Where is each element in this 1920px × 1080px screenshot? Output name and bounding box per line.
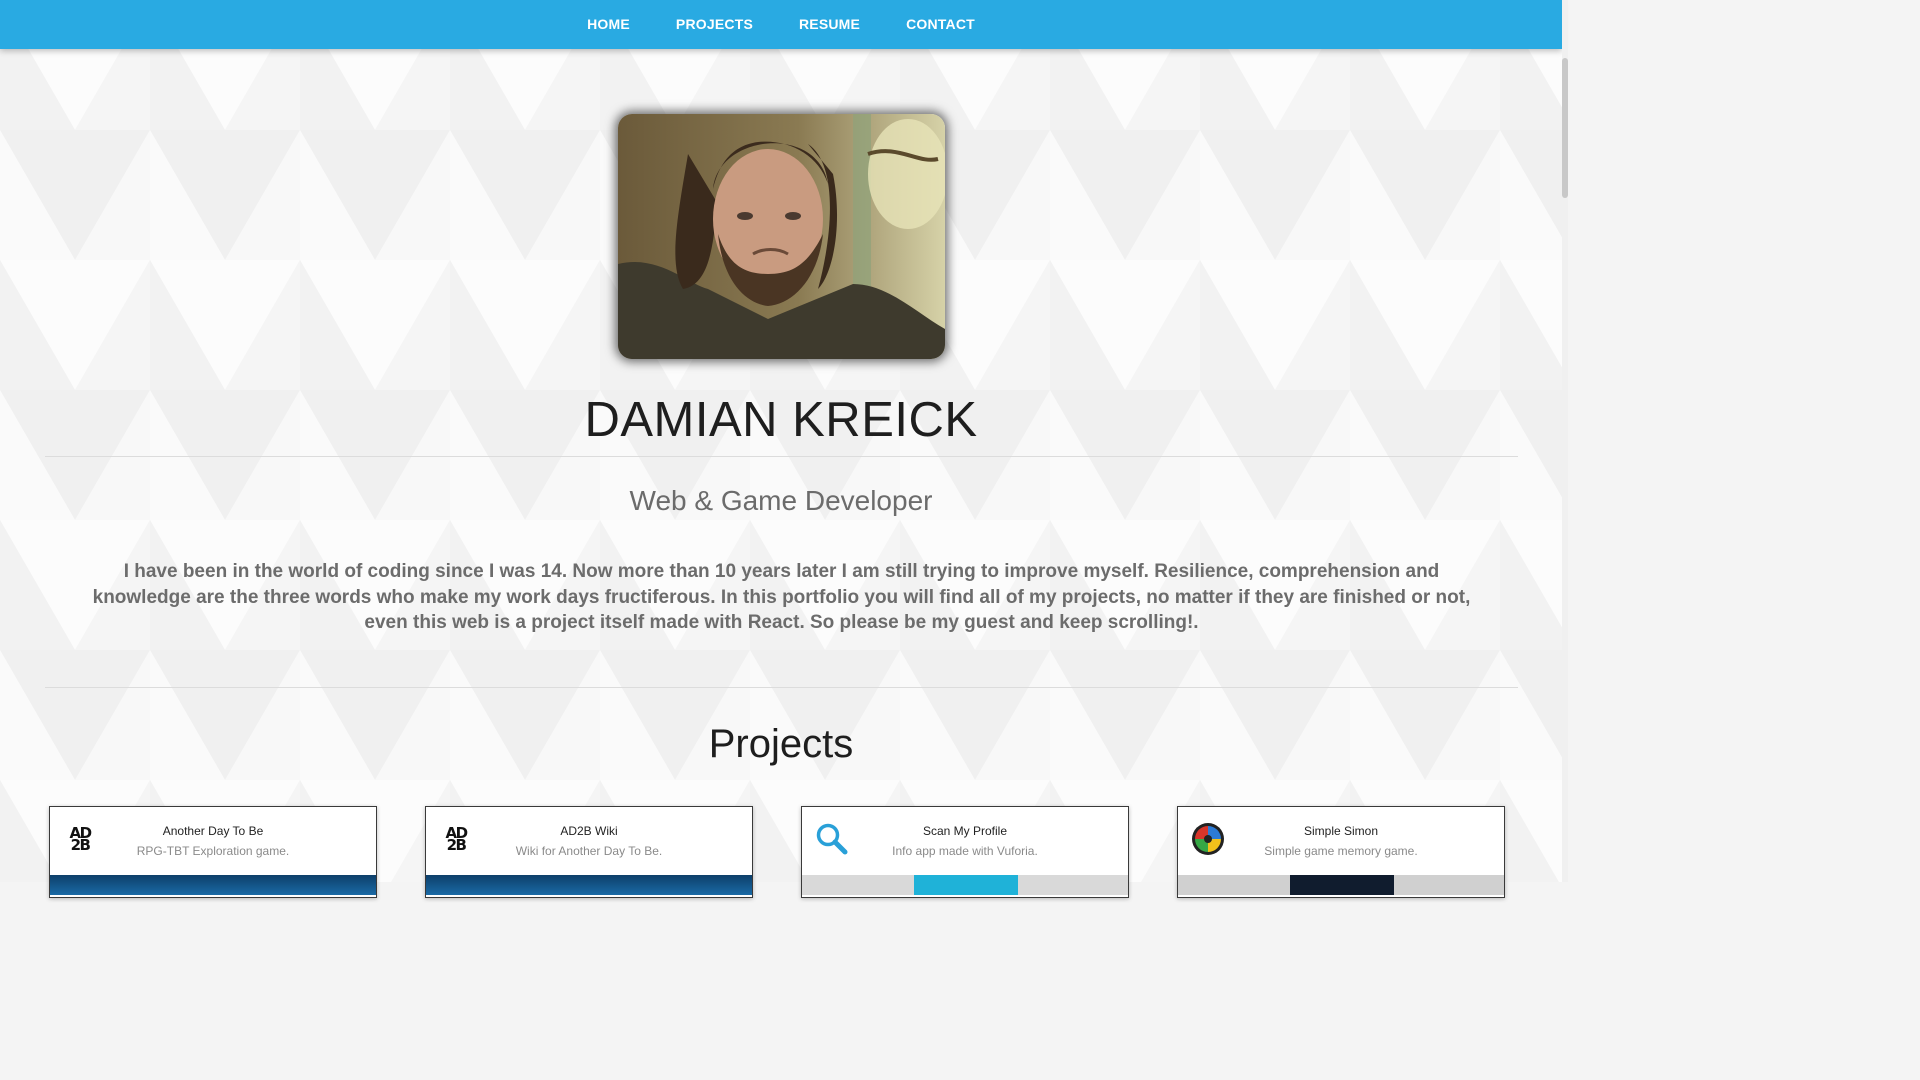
profile-photo — [618, 114, 945, 359]
profile-role: Web & Game Developer — [629, 485, 933, 516]
preview-app-bar — [914, 875, 1018, 895]
projects-heading: Projects — [708, 722, 854, 766]
project-card-title: Scan My Profile — [922, 824, 1008, 838]
project-card-title: Another Day To Be — [162, 824, 264, 838]
scrollbar-thumb[interactable] — [1562, 58, 1568, 198]
project-card-preview — [426, 875, 752, 895]
page-scrollbar[interactable] — [1562, 0, 1568, 882]
project-card-description: Info app made with Vuforia. — [892, 844, 1038, 858]
nav-home-link[interactable]: HOME — [564, 0, 653, 49]
nav-resume-link[interactable]: RESUME — [776, 0, 883, 49]
profile-photo-image — [618, 114, 945, 359]
section-divider — [45, 687, 1518, 688]
nav-contact-link[interactable]: CONTACT — [883, 0, 998, 49]
nav-links: HOME PROJECTS RESUME CONTACT — [0, 0, 1562, 49]
project-card-preview — [802, 875, 1128, 895]
name-divider — [45, 456, 1518, 457]
project-card-another-day-to-be[interactable]: AD 2B Another Day To Be RPG-TBT Explorati… — [49, 806, 377, 898]
project-card-description: Simple game memory game. — [1264, 844, 1418, 858]
project-card-title: AD2B Wiki — [560, 824, 618, 838]
project-card-preview — [50, 875, 376, 895]
main-content: DAMIAN KREICK Web & Game Developer I hav… — [0, 0, 1562, 898]
project-card-simple-simon[interactable]: Simple Simon Simple game memory game. — [1177, 806, 1505, 898]
profile-name: DAMIAN KREICK — [584, 393, 978, 447]
project-card-scan-my-profile[interactable]: Scan My Profile Info app made with Vufor… — [801, 806, 1129, 898]
project-card-ad2b-wiki[interactable]: AD 2B AD2B Wiki Wiki for Another Day To B… — [425, 806, 753, 898]
project-card-preview — [1178, 875, 1504, 895]
preview-game-screen — [1290, 875, 1394, 895]
project-card-description: Wiki for Another Day To Be. — [515, 844, 663, 858]
top-navbar: HOME PROJECTS RESUME CONTACT — [0, 0, 1562, 49]
project-card-description: RPG-TBT Exploration game. — [136, 844, 290, 858]
project-card-title: Simple Simon — [1303, 824, 1379, 838]
nav-projects-link[interactable]: PROJECTS — [653, 0, 776, 49]
profile-bio: I have been in the world of coding since… — [92, 561, 1471, 633]
